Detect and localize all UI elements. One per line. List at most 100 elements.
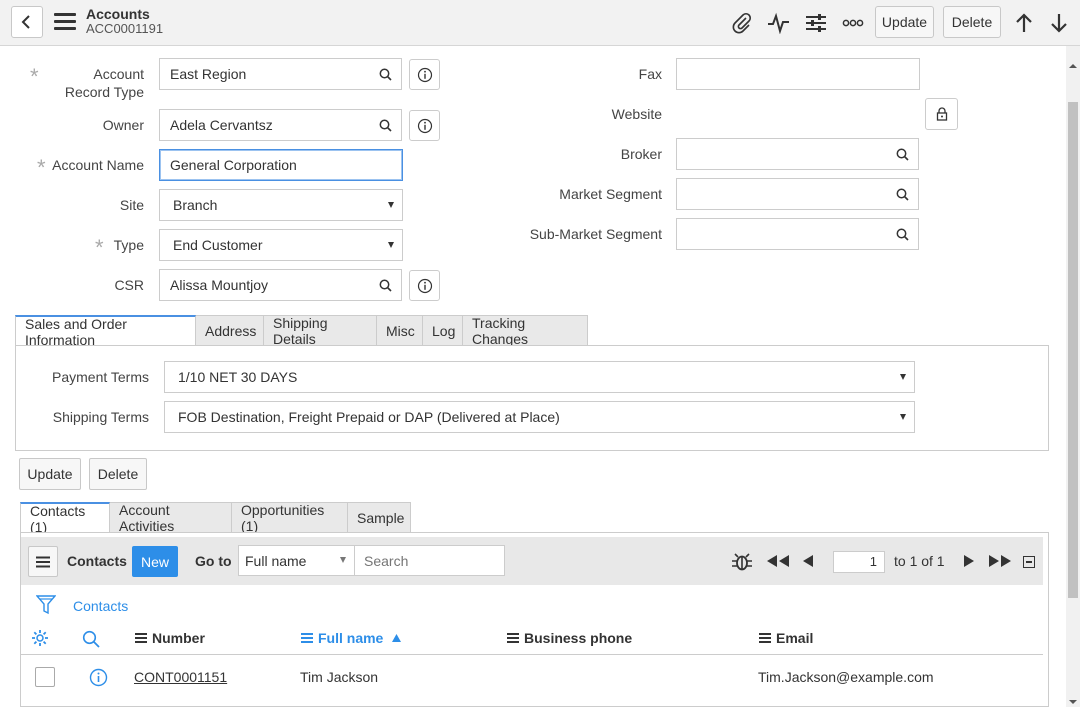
tab-tracking-changes[interactable]: Tracking Changes xyxy=(463,315,588,347)
lock-icon[interactable] xyxy=(925,98,958,130)
more-icon[interactable] xyxy=(840,10,866,36)
sub-market-segment-label: Sub-Market Segment xyxy=(529,226,662,242)
shipping-terms-value: FOB Destination, Freight Prepaid or DAP … xyxy=(178,409,560,425)
update-button[interactable]: Update xyxy=(875,6,934,38)
arrow-up-icon[interactable] xyxy=(1011,10,1037,36)
search-icon[interactable] xyxy=(369,109,402,141)
grid-menu-icon[interactable] xyxy=(28,546,58,577)
type-select[interactable]: End Customer xyxy=(159,229,403,261)
account-record-type-input[interactable]: East Region xyxy=(159,58,370,90)
fax-input[interactable] xyxy=(676,58,920,90)
contact-email: Tim.Jackson@example.com xyxy=(758,669,934,685)
sub-market-segment-input[interactable] xyxy=(676,218,887,250)
payment-terms-select[interactable]: 1/10 NET 30 DAYS xyxy=(164,361,915,393)
tab-sample[interactable]: Sample xyxy=(348,502,411,533)
tab-contacts[interactable]: Contacts (1) xyxy=(20,502,110,535)
page-input[interactable]: 1 xyxy=(833,551,885,573)
filter-contacts-link[interactable]: Contacts xyxy=(73,598,128,614)
chevron-down-icon xyxy=(900,374,906,380)
search-icon[interactable] xyxy=(369,58,402,90)
market-segment-input[interactable] xyxy=(676,178,887,210)
owner-label: Owner xyxy=(102,117,144,133)
next-page-icon[interactable] xyxy=(963,554,975,571)
filter-icon[interactable] xyxy=(35,594,57,619)
page-title: Accounts xyxy=(86,6,150,22)
bug-icon[interactable] xyxy=(731,551,753,576)
row-checkbox[interactable] xyxy=(35,667,55,687)
chevron-down-icon xyxy=(900,414,906,420)
info-icon[interactable] xyxy=(409,270,440,301)
record-id: ACC0001191 xyxy=(86,21,164,36)
delete-button[interactable]: Delete xyxy=(943,6,1001,38)
info-icon[interactable] xyxy=(89,668,108,690)
goto-select[interactable]: Full name xyxy=(238,545,355,576)
settings-icon[interactable] xyxy=(31,629,49,650)
goto-label: Go to xyxy=(195,553,232,569)
column-full-name[interactable]: Full name xyxy=(301,630,402,646)
sliders-icon[interactable] xyxy=(803,10,829,36)
search-input[interactable] xyxy=(355,545,505,576)
column-menu-icon xyxy=(759,631,771,645)
column-menu-icon xyxy=(135,631,147,645)
first-page-icon[interactable] xyxy=(765,554,791,571)
chevron-down-icon xyxy=(388,202,394,208)
tab-log[interactable]: Log xyxy=(423,315,463,346)
search-icon[interactable] xyxy=(886,138,919,170)
scrollbar-thumb[interactable] xyxy=(1068,102,1078,598)
tab-sales-and-order-information[interactable]: Sales and Order Information xyxy=(15,315,196,348)
account-name-input[interactable]: General Corporation xyxy=(159,149,403,181)
column-business-phone[interactable]: Business phone xyxy=(507,630,632,646)
tab-address[interactable]: Address xyxy=(196,315,264,346)
goto-select-value: Full name xyxy=(245,552,307,569)
last-page-icon[interactable] xyxy=(987,554,1013,571)
payment-terms-value: 1/10 NET 30 DAYS xyxy=(178,369,298,385)
collapse-icon[interactable] xyxy=(1023,556,1035,568)
paperclip-icon[interactable] xyxy=(729,10,755,36)
tab-account-activities[interactable]: Account Activities xyxy=(110,502,232,534)
column-menu-icon xyxy=(301,631,313,645)
csr-input[interactable]: Alissa Mountjoy xyxy=(159,269,370,301)
market-segment-label: Market Segment xyxy=(559,186,662,202)
column-email[interactable]: Email xyxy=(759,630,813,646)
tab-opportunities[interactable]: Opportunities (1) xyxy=(232,502,348,534)
form-tabs: Sales and Order Information Address Ship… xyxy=(15,315,588,348)
activity-icon[interactable] xyxy=(766,10,792,36)
tab-misc[interactable]: Misc xyxy=(377,315,423,346)
search-icon[interactable] xyxy=(886,218,919,250)
sort-asc-icon xyxy=(392,634,402,642)
account-name-label: Account Name xyxy=(52,157,144,173)
shipping-terms-label: Shipping Terms xyxy=(52,409,149,425)
tab-shipping-details[interactable]: Shipping Details xyxy=(264,315,377,347)
column-email-label: Email xyxy=(776,630,814,646)
new-button[interactable]: New xyxy=(132,546,178,577)
delete-button[interactable]: Delete xyxy=(89,458,147,490)
arrow-down-icon[interactable] xyxy=(1046,10,1072,36)
search-icon[interactable] xyxy=(369,269,402,301)
update-button[interactable]: Update xyxy=(19,458,81,490)
scroll-down-icon[interactable] xyxy=(1068,692,1078,708)
back-button[interactable] xyxy=(11,6,43,38)
shipping-terms-select[interactable]: FOB Destination, Freight Prepaid or DAP … xyxy=(164,401,915,433)
scroll-up-icon[interactable] xyxy=(1068,56,1078,72)
contact-full-name: Tim Jackson xyxy=(300,669,379,685)
chevron-down-icon xyxy=(388,242,394,248)
broker-input[interactable] xyxy=(676,138,887,170)
site-select[interactable]: Branch xyxy=(159,189,403,221)
contact-number-link[interactable]: CONT0001151 xyxy=(134,669,227,685)
search-icon[interactable] xyxy=(886,178,919,210)
site-value: Branch xyxy=(173,197,218,213)
csr-label: CSR xyxy=(114,277,144,293)
type-value: End Customer xyxy=(173,237,263,253)
info-icon[interactable] xyxy=(409,59,440,90)
search-icon[interactable] xyxy=(82,630,100,651)
owner-input[interactable]: Adela Cervantsz xyxy=(159,109,370,141)
menu-icon[interactable] xyxy=(54,13,76,31)
chevron-down-icon xyxy=(340,557,346,563)
payment-terms-label: Payment Terms xyxy=(52,369,149,385)
column-number[interactable]: Number xyxy=(135,630,205,646)
prev-page-icon[interactable] xyxy=(802,554,814,571)
column-number-label: Number xyxy=(152,630,205,646)
info-icon[interactable] xyxy=(409,110,440,141)
page-of-label: to 1 of 1 xyxy=(894,553,945,569)
required-icon: * xyxy=(30,64,39,89)
